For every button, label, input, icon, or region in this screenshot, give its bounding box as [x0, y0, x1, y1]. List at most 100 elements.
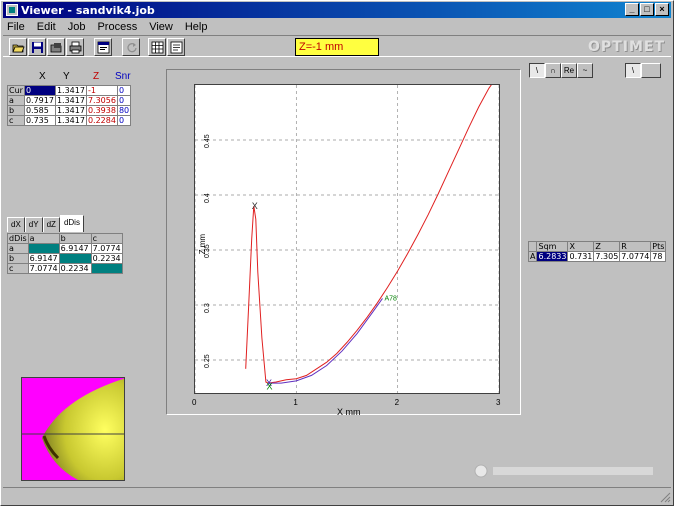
curve-fit-button[interactable]: ~ [577, 63, 593, 78]
close-button[interactable]: × [655, 3, 669, 16]
table-row: dDis a b c [7, 233, 124, 244]
refresh-icon [126, 42, 137, 52]
cell[interactable]: 0.2234 [90, 253, 124, 264]
row-label: c [7, 263, 29, 274]
profile-chart[interactable]: XXXA78 [194, 73, 500, 393]
profile-plot[interactable]: X X X A78 [194, 73, 500, 394]
refresh-button[interactable] [122, 38, 140, 56]
col-a: a [27, 233, 60, 244]
cell[interactable]: 7.0774 [27, 263, 60, 274]
cell[interactable]: 6.9147 [27, 253, 60, 264]
cell-x[interactable]: 0 [23, 85, 56, 96]
tab-dz[interactable]: dZ [42, 217, 60, 232]
menu-process[interactable]: Process [91, 19, 143, 35]
save-as-icon [50, 42, 61, 52]
menu-job[interactable]: Job [62, 19, 92, 35]
cell-z[interactable]: -1 [85, 85, 118, 96]
open-button[interactable] [9, 38, 27, 56]
fit-header-z: Z [593, 241, 621, 252]
app-icon[interactable] [6, 4, 18, 16]
fit-cell-sqm[interactable]: 6.2833 [536, 251, 569, 262]
x-tick-label: 1 [293, 398, 298, 407]
fit-cell-pts[interactable]: 78 [650, 251, 667, 262]
cell-snr[interactable]: 80 [116, 105, 132, 116]
table-row[interactable]: Cur 0 1.3417 -1 0 [7, 85, 132, 96]
menu-edit[interactable]: Edit [31, 19, 62, 35]
fit-cell-r[interactable]: 7.0774 [619, 251, 652, 262]
cell-snr[interactable]: 0 [116, 95, 132, 106]
properties-button[interactable] [94, 38, 112, 56]
export-button[interactable] [167, 38, 185, 56]
tab-dy[interactable]: dY [24, 217, 43, 232]
tab-ddis[interactable]: dDis [59, 215, 84, 232]
resize-grip-icon[interactable] [659, 491, 671, 503]
col-b: b [58, 233, 92, 244]
menu-view[interactable]: View [143, 19, 179, 35]
print-button[interactable] [66, 38, 84, 56]
grid-button[interactable] [148, 38, 166, 56]
minimize-button[interactable]: _ [625, 3, 639, 16]
table-row[interactable]: a 0.7917 1.3417 7.3056 0 [7, 95, 132, 106]
fit-header-sqm: Sqm [536, 241, 569, 252]
row-label: Cur [7, 85, 25, 96]
table-row[interactable]: A 6.2833 0.731 7.305 7.0774 78 [527, 251, 667, 262]
fit-cell-x[interactable]: 0.731 [567, 251, 595, 262]
cell-y[interactable]: 1.3417 [54, 115, 87, 126]
cell-snr[interactable]: 0 [116, 85, 132, 96]
export-icon [170, 41, 182, 53]
table-row[interactable]: b 6.9147 0.2234 [7, 253, 124, 264]
series-line-1 [268, 298, 383, 384]
menu-file[interactable]: File [3, 19, 31, 35]
cell-z[interactable]: 0.3938 [85, 105, 118, 116]
title-bar[interactable]: Viewer - sandvik4.job _ □ × [3, 2, 671, 18]
table-row[interactable]: b 0.585 1.3417 0.3938 80 [7, 105, 132, 116]
fit-table[interactable]: Sqm X Z R Pts A 6.2833 0.731 7.305 7.077… [527, 241, 667, 262]
points-table[interactable]: Cur 0 1.3417 -1 0 a 0.7917 1.3417 7.3056… [7, 85, 132, 126]
fit-header-x: X [567, 241, 595, 252]
distance-tabs: dX dY dZ dDis [7, 215, 84, 232]
line-fit-button[interactable]: \ [529, 63, 545, 78]
slope-button[interactable]: \ [625, 63, 641, 78]
cell-x[interactable]: 0.585 [23, 105, 56, 116]
cell[interactable] [27, 243, 60, 254]
cell[interactable] [90, 263, 124, 274]
fit-annotation-0: A78 [384, 295, 397, 302]
fit-cell-z[interactable]: 7.305 [593, 251, 621, 262]
cell-y[interactable]: 1.3417 [54, 85, 87, 96]
table-row[interactable]: a 6.9147 7.0774 [7, 243, 124, 254]
row-label: a [7, 243, 29, 254]
cell-x[interactable]: 0.735 [23, 115, 56, 126]
cell[interactable]: 0.2234 [58, 263, 92, 274]
fit-row-label: A [527, 251, 538, 262]
z-position-field[interactable]: Z=-1 mm [295, 38, 379, 56]
save-as-button[interactable] [47, 38, 65, 56]
save-button[interactable] [28, 38, 46, 56]
grid-icon [151, 41, 163, 53]
cell-y[interactable]: 1.3417 [54, 105, 87, 116]
radius-fit-button[interactable]: Re [561, 63, 577, 78]
cell[interactable]: 6.9147 [58, 243, 92, 254]
arc-fit-button[interactable]: ∩ [545, 63, 561, 78]
cell-y[interactable]: 1.3417 [54, 95, 87, 106]
blank-tool-button[interactable] [641, 63, 661, 78]
table-row[interactable]: c 7.0774 0.2234 [7, 263, 124, 274]
window-title: Viewer - sandvik4.job [21, 3, 155, 17]
distance-table[interactable]: dDis a b c a 6.9147 7.0774 b 6.9147 0.22… [7, 233, 124, 274]
print-icon [69, 41, 81, 53]
col-c: c [90, 233, 124, 244]
cell-z[interactable]: 7.3056 [85, 95, 118, 106]
surface-thumbnail[interactable] [21, 377, 125, 481]
cell-snr[interactable]: 0 [116, 115, 132, 126]
cell-x[interactable]: 0.7917 [23, 95, 56, 106]
cell[interactable] [58, 253, 92, 264]
maximize-button[interactable]: □ [640, 3, 654, 16]
table-row[interactable]: c 0.735 1.3417 0.2284 0 [7, 115, 132, 126]
menu-help[interactable]: Help [179, 19, 214, 35]
menu-bar: File Edit Job Process View Help [3, 19, 213, 35]
corner-label: dDis [7, 233, 29, 244]
surface-map [22, 378, 124, 480]
tab-dx[interactable]: dX [7, 217, 25, 232]
cell[interactable]: 7.0774 [90, 243, 124, 254]
cell-z[interactable]: 0.2284 [85, 115, 118, 126]
toolbar: Z=-1 mm OPTIMET [3, 35, 671, 57]
